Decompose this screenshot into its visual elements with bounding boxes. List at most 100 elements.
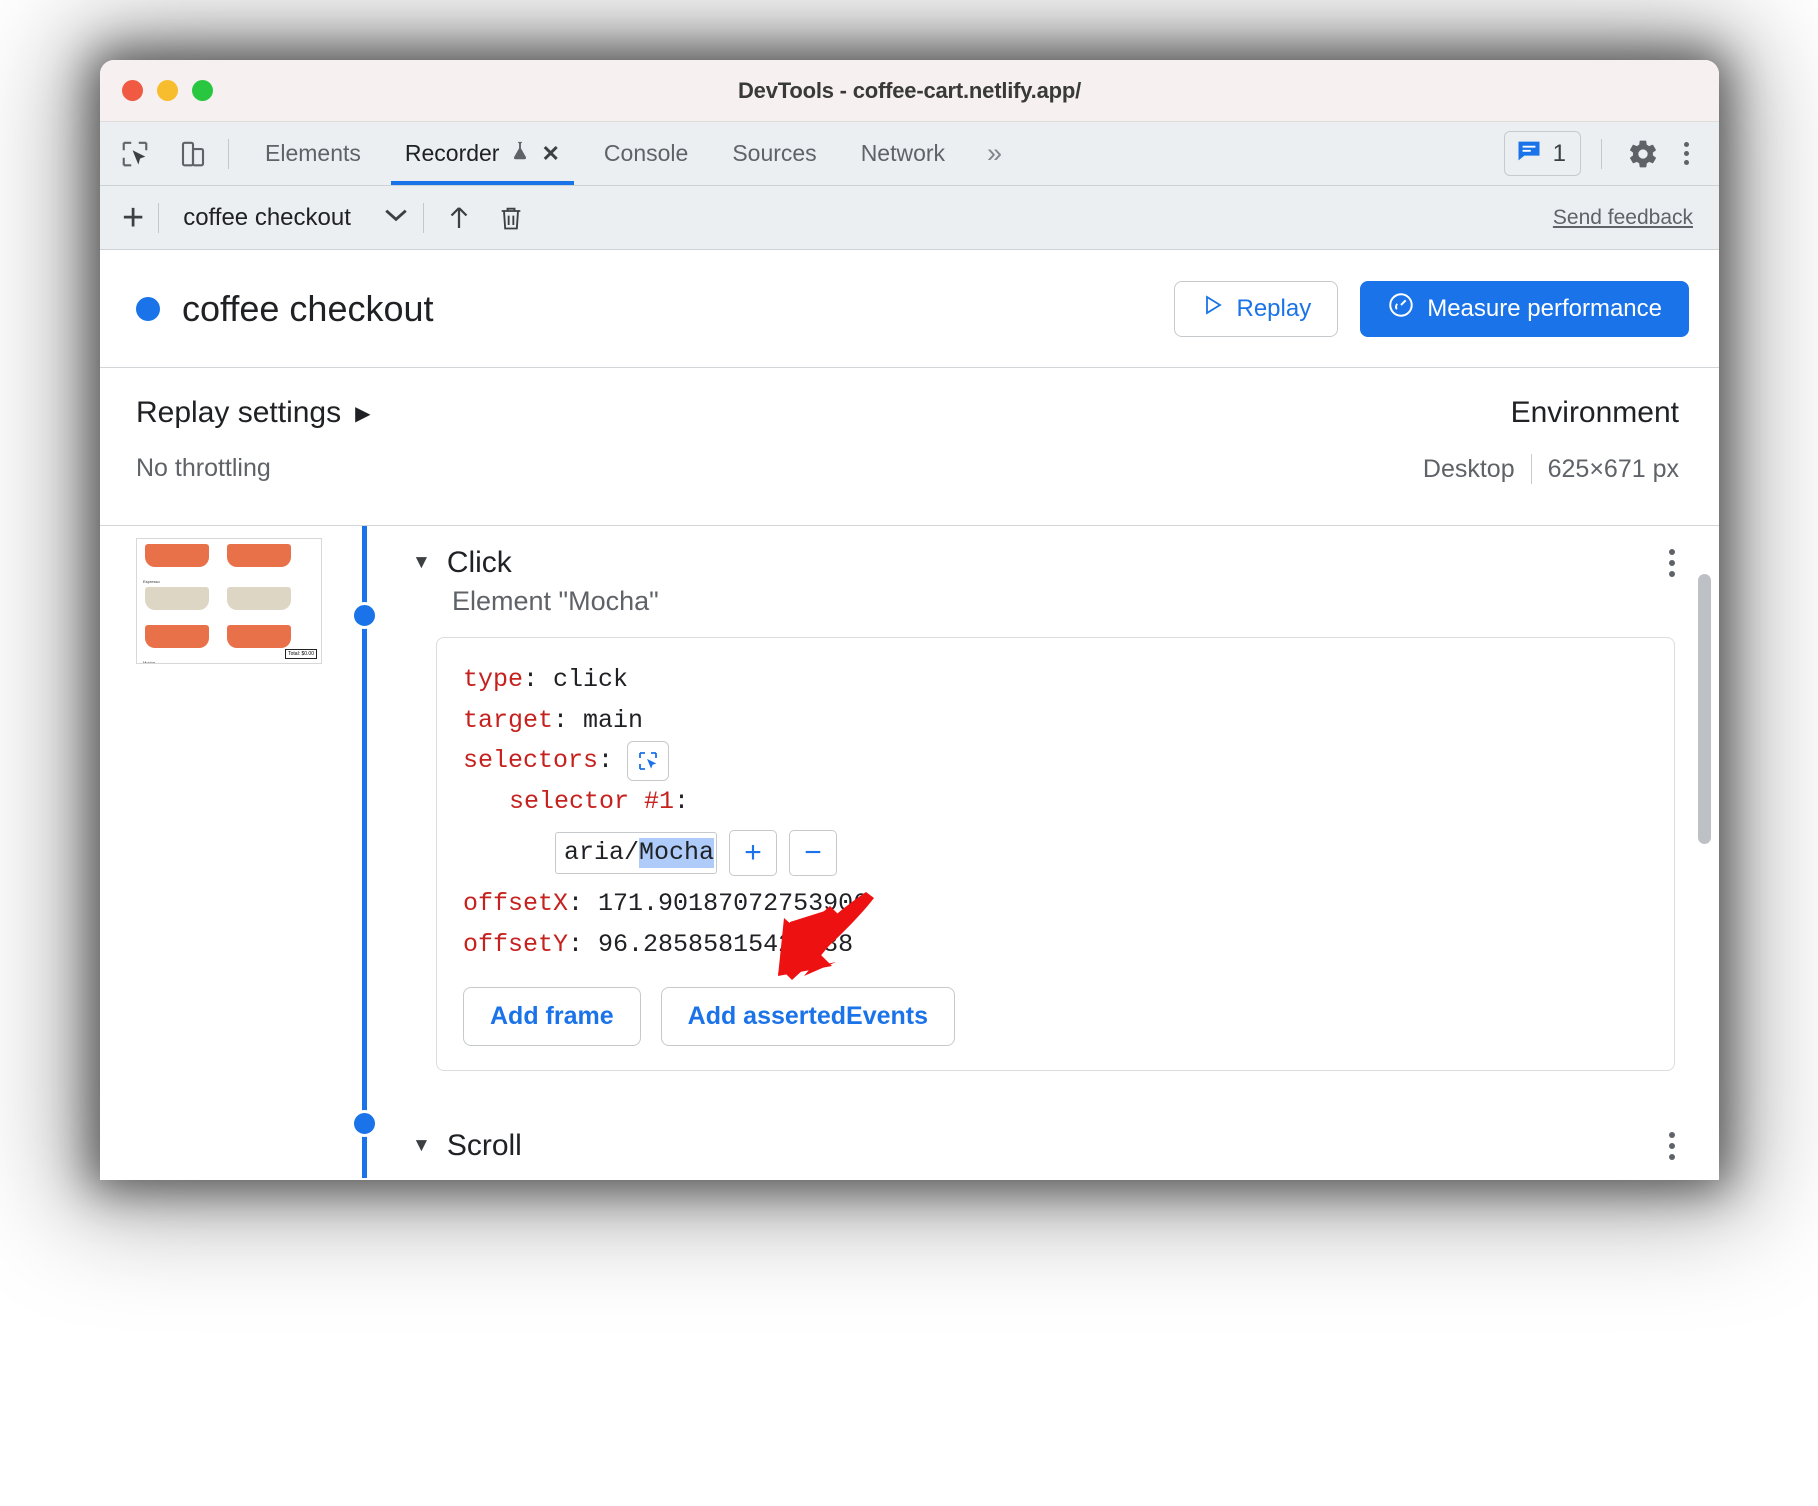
chevron-double-right-icon[interactable]: » — [967, 122, 1018, 185]
play-triangle-icon — [1201, 292, 1225, 325]
tab-elements-label: Elements — [265, 140, 361, 166]
environment-values: Desktop 625×671 px — [1423, 454, 1679, 484]
recording-title: coffee checkout — [182, 287, 434, 329]
field-offsetx: offsetX: 171.90187072753906 — [463, 889, 869, 918]
export-upload-icon[interactable] — [438, 197, 480, 239]
steps-area: Espresso Mocha Total: $0.00 ▼ Click Elem… — [100, 526, 1719, 1178]
kebab-menu-icon[interactable] — [1670, 142, 1703, 165]
recording-header: coffee checkout Replay Measure performan… — [100, 250, 1719, 368]
step-scroll: ▼ Scroll — [412, 1109, 1719, 1178]
replay-settings-toggle[interactable]: Replay settings ▶ — [136, 396, 371, 430]
tab-console-label: Console — [603, 140, 689, 166]
steps-list: ▼ Click Element "Mocha" type: click targ… — [390, 526, 1719, 1178]
inspect-cursor-icon[interactable] — [114, 133, 156, 175]
tab-sources-label: Sources — [732, 140, 817, 166]
console-message-badge[interactable]: 1 — [1503, 131, 1581, 176]
measure-performance-button[interactable]: Measure performance — [1360, 280, 1689, 337]
step-scroll-name: Scroll — [446, 1129, 522, 1162]
plus-icon[interactable]: + — [122, 199, 144, 237]
field-target-value[interactable]: main — [583, 706, 643, 735]
step-scroll-menu-icon[interactable] — [1669, 1132, 1675, 1160]
add-frame-button[interactable]: Add frame — [463, 987, 641, 1046]
add-selector-button[interactable]: + — [729, 830, 778, 876]
tab-elements[interactable]: Elements — [243, 122, 383, 185]
tab-console[interactable]: Console — [582, 122, 710, 185]
tab-network-label: Network — [860, 140, 946, 166]
replay-button[interactable]: Replay — [1173, 280, 1339, 337]
console-message-count: 1 — [1552, 139, 1566, 167]
triangle-down-icon[interactable]: ▼ — [412, 552, 431, 574]
replay-settings-column: Replay settings ▶ No throttling — [136, 396, 371, 525]
environment-column: Environment Desktop 625×671 px — [1423, 396, 1679, 525]
tabbar-divider — [228, 138, 229, 169]
field-selector-1-key: selector #1 — [509, 786, 675, 816]
thumbnail-item-label-2: Mocha — [143, 660, 156, 664]
selector-value-selected: Mocha — [639, 838, 715, 868]
thumbnail-total-badge: Total: $0.00 — [285, 649, 317, 659]
environment-divider — [1530, 454, 1532, 484]
field-target: target: main — [463, 705, 644, 735]
environment-device: Desktop — [1422, 454, 1515, 483]
settings-strip: Replay settings ▶ No throttling Environm… — [100, 368, 1719, 526]
replay-button-label: Replay — [1236, 294, 1312, 322]
step-click: ▼ Click Element "Mocha" type: click targ… — [412, 526, 1719, 1071]
chevron-down-icon[interactable] — [383, 206, 409, 230]
recorder-toolbar-divider-1 — [158, 202, 160, 233]
selector-value-prefix: aria/ — [564, 838, 640, 867]
field-offsetx-key: offsetX — [463, 889, 569, 918]
replay-settings-label: Replay settings — [136, 396, 342, 429]
field-offsety-key: offsetY — [463, 929, 569, 959]
send-feedback-link[interactable]: Send feedback — [1553, 206, 1693, 230]
steps-timeline — [338, 526, 390, 1178]
field-offsetx-value[interactable]: 171.90187072753906 — [598, 889, 868, 918]
screenshot-thumbnail-column: Espresso Mocha Total: $0.00 — [100, 526, 338, 1178]
recorder-toolbar: + coffee checkout Send feedback — [100, 186, 1719, 250]
remove-selector-button[interactable]: − — [789, 830, 838, 876]
step-click-details: type: click target: main selectors: sele… — [436, 637, 1675, 1071]
field-type-key: type — [463, 665, 524, 694]
gear-icon[interactable] — [1622, 133, 1664, 175]
steps-scrollbar-thumb[interactable] — [1698, 574, 1711, 844]
screenshot-root: DevTools - coffee-cart.netlify.app/ Elem… — [0, 0, 1818, 1506]
flask-icon — [509, 138, 531, 170]
window-title: DevTools - coffee-cart.netlify.app/ — [737, 77, 1082, 103]
step-click-menu-icon[interactable] — [1669, 549, 1675, 577]
trash-icon[interactable] — [490, 197, 532, 239]
recording-status-dot — [136, 296, 160, 321]
field-selectors: selectors: — [463, 741, 1646, 782]
step-click-name: Click — [446, 546, 512, 579]
timeline-dot-scroll[interactable] — [351, 1110, 378, 1137]
step-screenshot-thumbnail: Espresso Mocha Total: $0.00 — [136, 538, 322, 664]
field-selectors-key: selectors — [463, 746, 599, 775]
devtools-tabbar: Elements Recorder ✕ Console Sources Netw… — [100, 122, 1719, 186]
device-toolbar-icon[interactable] — [172, 133, 214, 175]
environment-viewport: 625×671 px — [1547, 454, 1679, 483]
recorder-toolbar-divider-2 — [422, 202, 424, 233]
tab-sources[interactable]: Sources — [710, 122, 838, 185]
step-click-subtitle: Element "Mocha" — [452, 586, 659, 616]
field-type-value[interactable]: click — [553, 665, 628, 694]
window-titlebar: DevTools - coffee-cart.netlify.app/ — [100, 60, 1719, 122]
add-asserted-events-button[interactable]: Add assertedEvents — [660, 987, 956, 1046]
tab-network[interactable]: Network — [839, 122, 967, 185]
message-bubble-icon — [1515, 137, 1543, 170]
selector-value-row: aria/Mocha + − — [463, 830, 1646, 876]
field-selector-1: selector #1: — [509, 786, 690, 816]
selector-value-input[interactable]: aria/Mocha — [555, 832, 718, 874]
tabbar-right-divider — [1601, 138, 1602, 169]
throttling-value: No throttling — [136, 454, 271, 482]
close-recorder-tab-icon[interactable]: ✕ — [541, 141, 559, 167]
tab-recorder[interactable]: Recorder ✕ — [383, 122, 582, 185]
tab-recorder-label: Recorder — [404, 140, 500, 166]
environment-label: Environment — [1510, 396, 1679, 429]
measure-performance-label: Measure performance — [1427, 294, 1662, 322]
triangle-right-icon: ▶ — [355, 402, 371, 425]
steps-scrollbar[interactable] — [1698, 574, 1711, 1112]
performance-gauge-icon — [1387, 291, 1415, 326]
field-type: type: click — [463, 665, 629, 694]
select-element-icon[interactable] — [627, 741, 670, 782]
field-offsety-value[interactable]: 96.28585815429688 — [598, 930, 853, 959]
recording-select-label[interactable]: coffee checkout — [183, 204, 351, 232]
timeline-dot-click[interactable] — [351, 602, 378, 629]
triangle-down-icon[interactable]: ▼ — [412, 1135, 431, 1157]
